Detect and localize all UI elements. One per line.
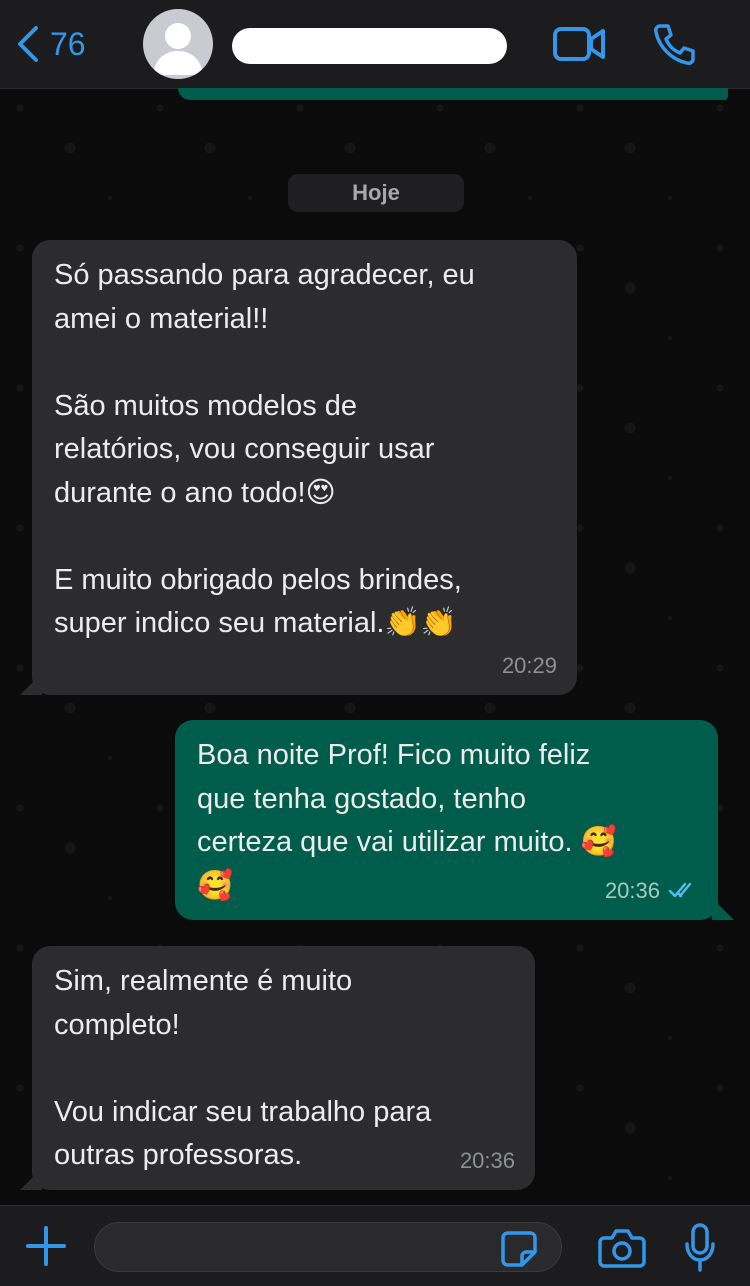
input-bar bbox=[0, 1205, 750, 1286]
chat-header: 76 bbox=[0, 0, 750, 89]
message-bubble-incoming[interactable]: Sim, realmente é muito completo! Vou ind… bbox=[32, 946, 535, 1190]
message-meta: 20:29 bbox=[502, 644, 557, 688]
unread-count: 76 bbox=[50, 25, 86, 62]
person-icon bbox=[153, 23, 203, 75]
avatar[interactable] bbox=[143, 9, 213, 79]
date-separator: Hoje bbox=[288, 174, 464, 212]
phone-icon[interactable] bbox=[652, 22, 696, 66]
sticker-icon[interactable] bbox=[500, 1230, 538, 1268]
message-bubble-incoming[interactable]: Só passando para agradecer, eu amei o ma… bbox=[32, 240, 577, 695]
contact-name[interactable] bbox=[232, 28, 507, 64]
previous-message-bubble bbox=[178, 88, 728, 100]
video-icon[interactable] bbox=[553, 24, 605, 64]
plus-icon[interactable] bbox=[24, 1224, 68, 1268]
message-time: 20:29 bbox=[501, 652, 557, 678]
message-bubble-outgoing[interactable]: Boa noite Prof! Fico muito feliz que ten… bbox=[175, 720, 718, 920]
chevron-left-icon bbox=[18, 26, 38, 62]
microphone-icon[interactable] bbox=[684, 1222, 716, 1274]
message-text: Sim, realmente é muito completo! Vou ind… bbox=[54, 965, 432, 1171]
message-time: 20:36 bbox=[604, 877, 660, 903]
message-time: 20:36 bbox=[459, 1147, 515, 1173]
message-meta: 20:36 bbox=[460, 1139, 515, 1183]
double-check-icon bbox=[668, 883, 692, 898]
message-meta: 20:36 bbox=[605, 869, 698, 913]
message-text: Só passando para agradecer, eu amei o ma… bbox=[54, 259, 475, 639]
back-button[interactable]: 76 bbox=[16, 22, 86, 66]
camera-icon[interactable] bbox=[598, 1226, 646, 1270]
message-input[interactable] bbox=[94, 1222, 562, 1272]
